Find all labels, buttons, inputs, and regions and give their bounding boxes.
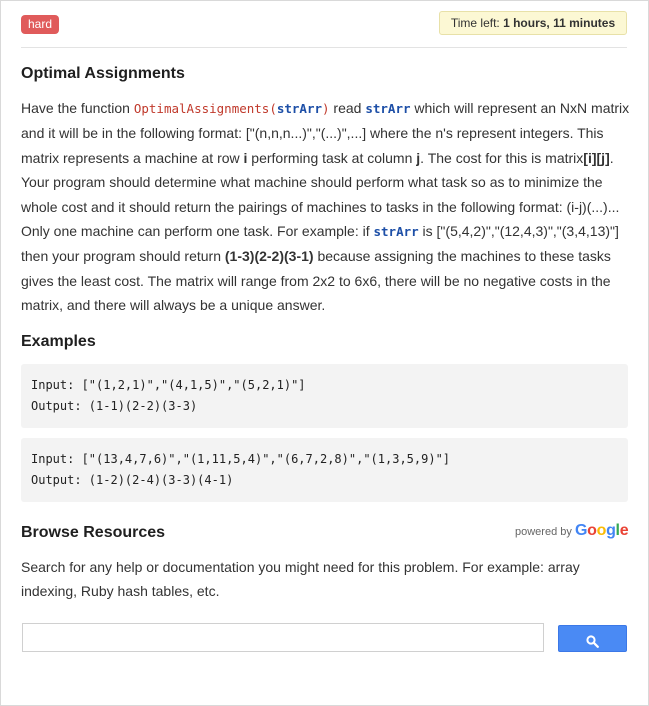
bold-ij: [i][j] bbox=[583, 149, 610, 166]
function-name: OptimalAssignments( bbox=[133, 101, 277, 116]
powered-by-label: powered by bbox=[515, 526, 572, 538]
example-box: Input: ["(1,2,1)","(4,1,5)","(5,2,1)"] O… bbox=[21, 364, 628, 428]
example-input: Input: ["(1,2,1)","(4,1,5)","(5,2,1)"] bbox=[31, 378, 306, 392]
time-left-value: 1 hours, 11 minutes bbox=[503, 16, 616, 30]
header-divider bbox=[21, 47, 627, 48]
example-output: Output: (1-2)(2-4)(3-3)(4-1) bbox=[31, 473, 234, 487]
arg-code: strArr bbox=[365, 101, 411, 116]
problem-title: Optimal Assignments bbox=[21, 65, 185, 82]
desc-text: Have the function bbox=[21, 100, 134, 116]
desc-text: . The cost for this is matrix bbox=[420, 149, 584, 166]
search-icon bbox=[586, 635, 599, 648]
example-output: Output: (1-1)(2-2)(3-3) bbox=[31, 399, 198, 413]
example-input: Input: ["(13,4,7,6)","(1,11,5,4)","(6,7,… bbox=[31, 452, 451, 466]
difficulty-badge: hard bbox=[21, 15, 60, 34]
arg-code: strArr bbox=[373, 224, 419, 240]
example-box: Input: ["(13,4,7,6)","(1,11,5,4)","(6,7,… bbox=[21, 438, 628, 502]
arg-code: strArr bbox=[276, 101, 323, 116]
desc-text: read bbox=[329, 100, 366, 116]
google-logo: Google bbox=[574, 522, 629, 539]
function-paren: ) bbox=[322, 101, 330, 116]
bold-answer: (1-3)(2-2)(3-1) bbox=[224, 248, 314, 265]
search-input[interactable] bbox=[22, 623, 544, 652]
search-button[interactable] bbox=[558, 625, 627, 652]
resources-description: Search for any help or documentation you… bbox=[21, 559, 580, 599]
resources-heading: Browse Resources bbox=[21, 524, 166, 541]
time-left-label: Time left: bbox=[450, 16, 500, 30]
problem-description: Have the function OptimalAssignments(str… bbox=[21, 96, 631, 318]
examples-heading: Examples bbox=[21, 333, 96, 350]
desc-text: performing task at column bbox=[247, 149, 417, 166]
powered-by-google: powered by Google bbox=[515, 522, 629, 540]
time-left-box: Time left: 1 hours, 11 minutes bbox=[439, 11, 627, 35]
